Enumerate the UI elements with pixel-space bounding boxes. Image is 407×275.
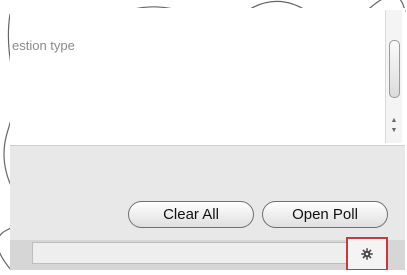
- arrow-down-icon[interactable]: ▼: [389, 126, 399, 136]
- open-poll-button[interactable]: Open Poll: [262, 201, 388, 228]
- question-type-hint: estion type: [12, 38, 75, 53]
- gear-icon: [361, 248, 373, 260]
- controls-area: Clear All Open Poll: [10, 145, 405, 241]
- poll-panel: estion type ▲ ▼ Clear All Open Poll: [10, 8, 405, 270]
- arrow-up-icon[interactable]: ▲: [389, 116, 399, 126]
- vertical-scrollbar[interactable]: ▲ ▼: [385, 10, 402, 143]
- gear-button[interactable]: [346, 237, 388, 270]
- status-bar: [10, 237, 405, 270]
- question-list[interactable]: estion type ▲ ▼: [10, 8, 405, 145]
- scroll-thumb[interactable]: [389, 40, 400, 98]
- clear-all-button[interactable]: Clear All: [128, 201, 254, 228]
- status-field: [32, 242, 354, 264]
